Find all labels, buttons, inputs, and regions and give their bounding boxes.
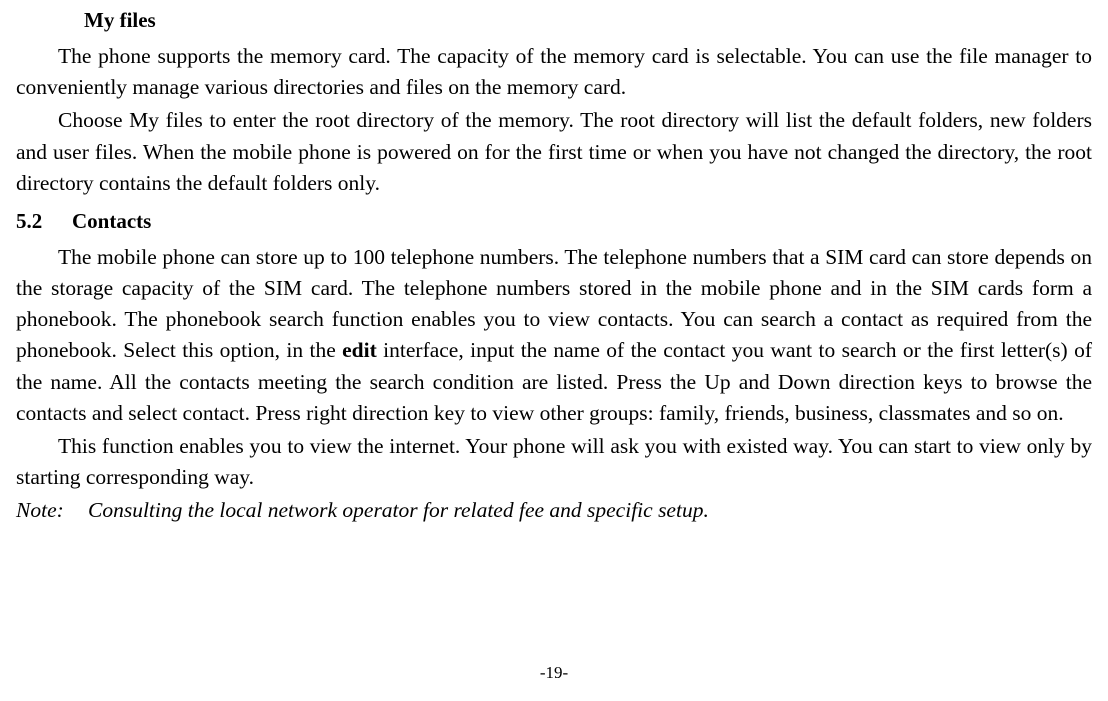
note-label: Note: — [16, 495, 88, 526]
paragraph-phonebook: The mobile phone can store up to 100 tel… — [16, 242, 1092, 429]
paragraph-internet: This function enables you to view the in… — [16, 431, 1092, 493]
paragraph-root-directory: Choose My files to enter the root direct… — [16, 105, 1092, 199]
page-number: -19- — [0, 663, 1108, 683]
note-line: Note:Consulting the local network operat… — [16, 495, 1092, 526]
section-number: 5.2 — [16, 209, 72, 234]
heading-my-files: My files — [84, 8, 1092, 33]
note-text: Consulting the local network operator fo… — [88, 498, 709, 522]
heading-contacts: 5.2Contacts — [16, 209, 1092, 234]
edit-bold: edit — [342, 338, 377, 362]
paragraph-memory-card: The phone supports the memory card. The … — [16, 41, 1092, 103]
section-title: Contacts — [72, 209, 151, 233]
